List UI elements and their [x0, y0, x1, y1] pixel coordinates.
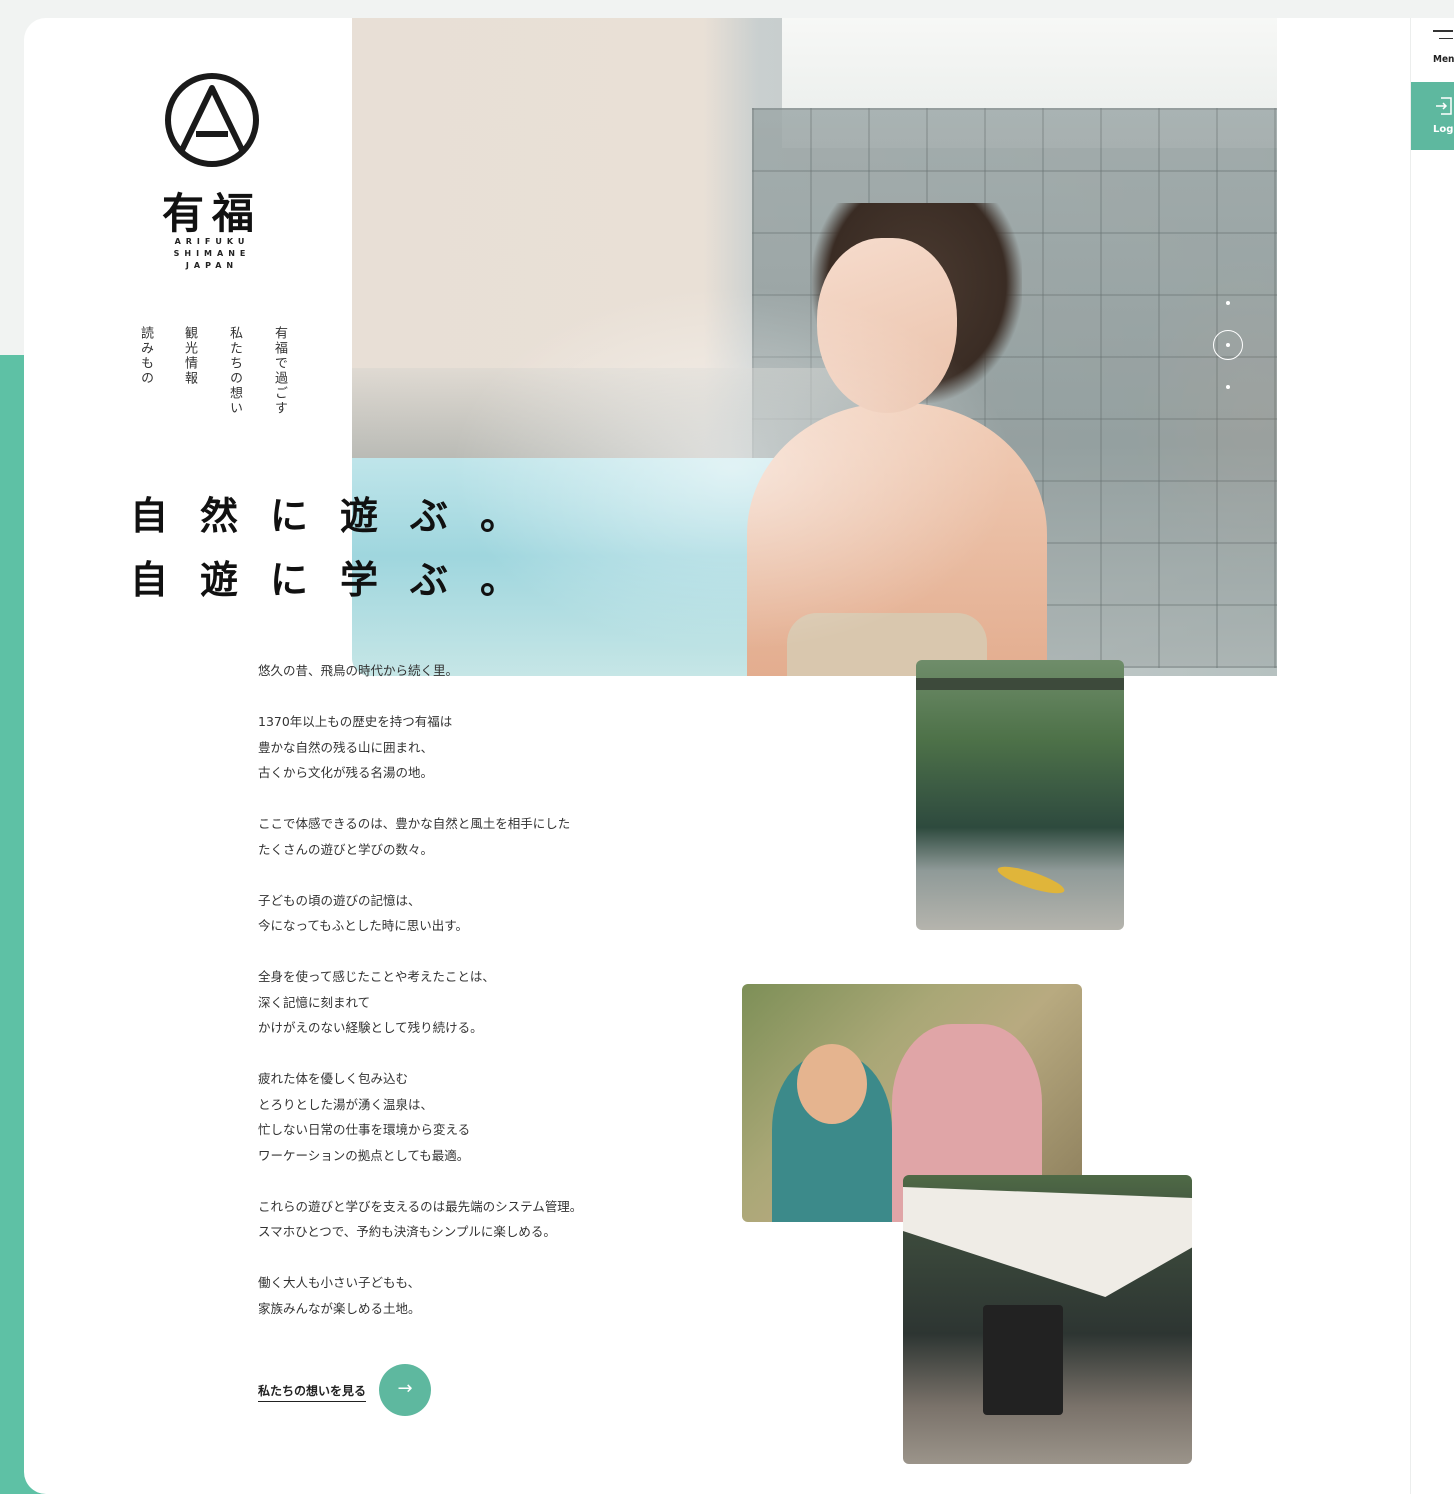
intro-paragraph: 全身を使って感じたことや考えたことは、 深く記憶に刻まれて かけがえのない経験と…: [258, 969, 495, 1035]
nav-item-sightseeing[interactable]: 観光情報: [180, 326, 199, 386]
bbq-family-photo: [903, 1175, 1192, 1464]
page: 有福 ARIFUKU SHIMANE JAPAN 有福で過ごす 私たちの想い 観…: [0, 0, 1454, 1494]
intro-paragraph: これらの遊びと学びを支えるのは最先端のシステム管理。 スマホひとつで、予約も決済…: [258, 1198, 583, 1240]
right-rail: Menu Login: [1410, 18, 1454, 1494]
nav-item-readings[interactable]: 読みもの: [136, 326, 155, 386]
intro-paragraph: 悠久の昔、飛鳥の時代から続く里。: [258, 663, 459, 678]
slider-dot-3[interactable]: [1226, 385, 1230, 389]
logo-kanji: 有福: [161, 189, 262, 238]
login-label: Login: [1433, 124, 1454, 135]
logo-mark-icon: [165, 73, 259, 167]
slider-dot-2[interactable]: [1213, 330, 1243, 360]
slider-dot-1[interactable]: [1226, 301, 1230, 305]
login-button[interactable]: Login: [1411, 82, 1454, 150]
headline-line-2: 自遊に学ぶ。: [130, 557, 551, 602]
decorative-script: [1100, 690, 1144, 1160]
arrow-right-icon[interactable]: →: [379, 1364, 431, 1416]
menu-button[interactable]: Menu: [1411, 18, 1454, 80]
intro-paragraph: 1370年以上もの歴史を持つ有福は 豊かな自然の残る山に囲まれ、 古くから文化が…: [258, 714, 453, 780]
login-arrow-icon: [1436, 97, 1452, 115]
nav-item-our-thoughts[interactable]: 私たちの想い: [225, 326, 244, 416]
river-kayak-photo: [916, 660, 1124, 930]
intro-paragraph: ここで体感できるのは、豊かな自然と風土を相手にした たくさんの遊びと学びの数々。: [258, 816, 571, 857]
cta-label[interactable]: 私たちの想いを見る: [258, 1382, 367, 1402]
headline-line-1: 自然に遊ぶ。: [130, 493, 551, 538]
nav-item-stay[interactable]: 有福で過ごす: [270, 326, 289, 416]
intro-paragraph: 働く大人も小さい子どもも、 家族みんなが楽しめる土地。: [258, 1275, 421, 1316]
hamburger-icon: [1433, 30, 1453, 45]
menu-label: Menu: [1433, 54, 1454, 65]
hero-headline: 自然に遊ぶ。 自遊に学ぶ。: [130, 484, 550, 612]
logo-subtitle: ARIFUKU SHIMANE JAPAN: [173, 237, 251, 270]
intro-paragraph: 疲れた体を優しく包み込む とろりとした湯が湧く温泉は、 忙しない日常の仕事を環境…: [258, 1071, 471, 1163]
intro-paragraph: 子どもの頃の遊びの記憶は、 今になってもふとした時に思い出す。: [258, 892, 469, 934]
intro-text: 悠久の昔、飛鳥の時代から続く里。 1370年以上もの歴史を持つ有福は 豊かな自然…: [258, 658, 678, 1347]
